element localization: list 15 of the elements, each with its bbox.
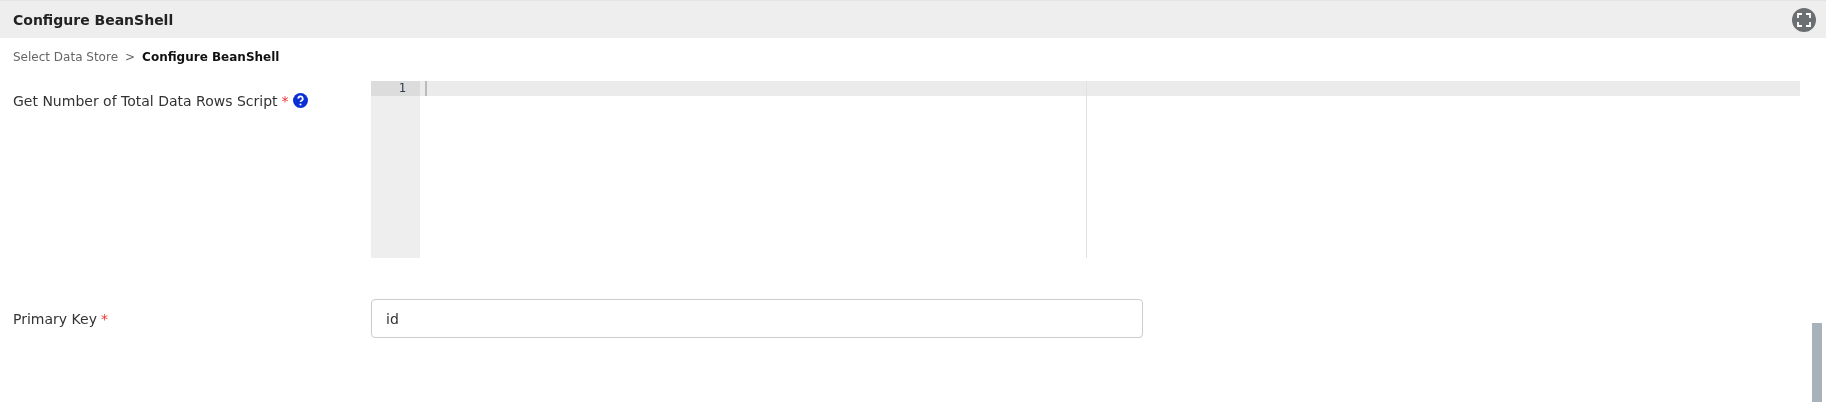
help-icon[interactable]	[292, 93, 308, 108]
code-editor[interactable]: 1	[371, 81, 1800, 258]
scrollbar-thumb[interactable]	[1812, 323, 1822, 402]
line-number: 1	[371, 81, 420, 96]
breadcrumb-link[interactable]: Configure BeanShell	[142, 50, 280, 64]
text-cursor	[425, 81, 427, 96]
fullscreen-icon[interactable]	[1792, 7, 1816, 32]
primary-key-field[interactable]: id	[371, 299, 1143, 338]
breadcrumb-link[interactable]: Select Data Store	[13, 50, 119, 64]
field-label: Get Number of Total Data Rows Script	[13, 93, 278, 109]
breadcrumb-separator: >	[125, 50, 136, 64]
required-mark: *	[100, 310, 108, 327]
field-label: Primary Key	[13, 310, 97, 327]
page-title: Configure BeanShell	[13, 11, 174, 28]
required-mark: *	[281, 93, 289, 109]
